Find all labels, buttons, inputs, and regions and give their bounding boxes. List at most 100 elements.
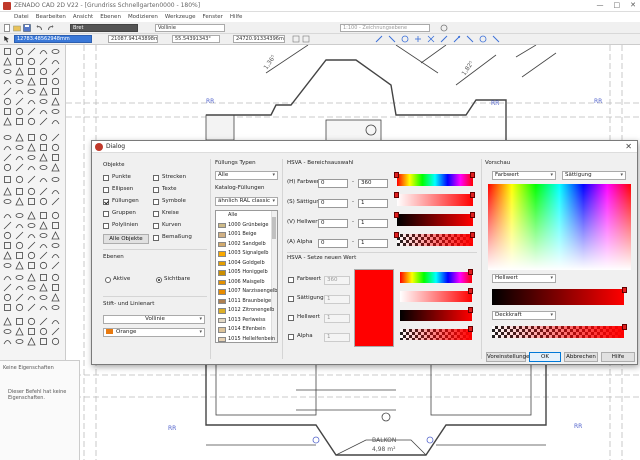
drawing-tool-icon[interactable] <box>39 143 48 152</box>
menu-view[interactable]: Ansicht <box>73 12 93 22</box>
drawing-tool-icon[interactable] <box>3 197 12 206</box>
y-coordinate-field[interactable]: 21087.94143898mm <box>108 35 158 43</box>
hsva-range-max-field[interactable]: 1 <box>358 219 388 228</box>
drawing-tool-icon[interactable] <box>27 317 36 326</box>
angle-field[interactable]: 55.54391343° <box>172 35 220 43</box>
pen-color-select[interactable]: Orange ▾ <box>103 328 205 337</box>
set-slider-handle[interactable] <box>468 307 473 313</box>
snap-midpoint-icon[interactable] <box>466 35 474 43</box>
menu-help[interactable]: Hilfe <box>230 12 243 22</box>
menu-window[interactable]: Fenster <box>202 12 222 22</box>
checkbox-polylinien[interactable] <box>103 223 109 229</box>
range-max-handle[interactable] <box>470 212 475 218</box>
drawing-tool-icon[interactable] <box>51 327 60 336</box>
drawing-tool-icon[interactable] <box>27 87 36 96</box>
drawing-tool-icon[interactable] <box>51 261 60 270</box>
minimize-button[interactable]: — <box>597 1 604 9</box>
drawing-tool-icon[interactable] <box>27 211 36 220</box>
drawing-tool-icon[interactable] <box>51 197 60 206</box>
drawing-tool-icon[interactable] <box>27 163 36 172</box>
drawing-tool-icon[interactable] <box>15 293 24 302</box>
value-slider[interactable] <box>492 289 624 305</box>
all-objects-button[interactable]: Alle Objekte <box>103 234 149 244</box>
drawing-tool-icon[interactable] <box>3 221 12 230</box>
maximize-button[interactable]: □ <box>614 1 621 9</box>
list-item[interactable]: 1003 Signalgelb <box>216 249 277 259</box>
drawing-tool-icon[interactable] <box>39 153 48 162</box>
drawing-tool-icon[interactable] <box>15 107 24 116</box>
drawing-tool-icon[interactable] <box>3 273 12 282</box>
list-item[interactable]: 1012 Zitronengelb <box>216 306 277 316</box>
drawing-tool-icon[interactable] <box>27 231 36 240</box>
cancel-button[interactable]: Abbrechen <box>564 352 598 362</box>
redo-icon[interactable] <box>46 24 54 32</box>
hsva-range-min-field[interactable]: 0 <box>318 199 348 208</box>
drawing-tool-icon[interactable] <box>51 187 60 196</box>
drawing-tool-icon[interactable] <box>27 303 36 312</box>
checkbox-kurven[interactable] <box>153 223 159 229</box>
menu-tools[interactable]: Werkzeuge <box>165 12 196 22</box>
drawing-tool-icon[interactable] <box>15 47 24 56</box>
drawing-tool-icon[interactable] <box>3 67 12 76</box>
drawing-tool-icon[interactable] <box>27 273 36 282</box>
new-file-icon[interactable] <box>3 24 11 32</box>
snap-tangent-icon[interactable] <box>440 35 448 43</box>
set-slider-handle[interactable] <box>468 288 473 294</box>
set-slider-handle[interactable] <box>468 326 473 332</box>
drawing-tool-icon[interactable] <box>15 133 24 142</box>
drawing-tool-icon[interactable] <box>3 327 12 336</box>
drawing-tool-icon[interactable] <box>39 187 48 196</box>
drawing-tool-icon[interactable] <box>51 47 60 56</box>
drawing-tool-icon[interactable] <box>3 77 12 86</box>
drawing-tool-icon[interactable] <box>15 87 24 96</box>
drawing-tool-icon[interactable] <box>3 133 12 142</box>
slider1-axis-select[interactable]: Hellwert ▾ <box>492 274 556 283</box>
drawing-tool-icon[interactable] <box>15 67 24 76</box>
hsva-set-slider[interactable] <box>400 291 472 302</box>
list-item[interactable]: 1006 Maisgelb <box>216 278 277 288</box>
hsva-set-value-field[interactable]: 1 <box>324 314 350 323</box>
scale-layer-dropdown[interactable]: 1:100 - Zeichnungsebene <box>340 24 430 32</box>
list-item[interactable]: 1007 Narzissengelb <box>216 287 277 297</box>
catalog-select[interactable]: ähnlich RAL classic ▾ <box>215 197 278 206</box>
hsva-range-slider[interactable] <box>397 194 473 206</box>
drawing-tool-icon[interactable] <box>3 97 12 106</box>
range-max-handle[interactable] <box>470 192 475 198</box>
list-item[interactable]: Alle <box>216 211 277 221</box>
checkbox-kreise[interactable] <box>153 211 159 217</box>
drawing-tool-icon[interactable] <box>51 211 60 220</box>
snap-point-icon[interactable] <box>302 35 310 43</box>
drawing-tool-icon[interactable] <box>3 187 12 196</box>
drawing-tool-icon[interactable] <box>27 57 36 66</box>
hsva-range-min-field[interactable]: 0 <box>318 219 348 228</box>
drawing-tool-icon[interactable] <box>39 107 48 116</box>
drawing-tool-icon[interactable] <box>27 197 36 206</box>
drawing-tool-icon[interactable] <box>27 251 36 260</box>
drawing-tool-icon[interactable] <box>27 175 36 184</box>
cursor-icon[interactable] <box>3 35 11 43</box>
drawing-tool-icon[interactable] <box>51 337 60 346</box>
list-item[interactable]: 1014 Elfenbein <box>216 325 277 335</box>
drawing-tool-icon[interactable] <box>15 197 24 206</box>
radio-visible-layers[interactable] <box>156 277 162 283</box>
drawing-tool-icon[interactable] <box>39 211 48 220</box>
drawing-tool-icon[interactable] <box>27 133 36 142</box>
preview-x-axis-select[interactable]: Farbwert ▾ <box>492 171 556 180</box>
hsva-set-value-field[interactable]: 360 <box>324 276 350 285</box>
ok-button[interactable]: OK <box>529 352 561 362</box>
opacity-slider-handle[interactable] <box>622 324 627 330</box>
list-item[interactable]: 1001 Beige <box>216 230 277 240</box>
list-item[interactable]: 1015 Hellelfenbein <box>216 335 277 342</box>
drawing-tool-icon[interactable] <box>3 317 12 326</box>
drawing-tool-icon[interactable] <box>27 293 36 302</box>
hsva-set-slider[interactable] <box>400 272 472 283</box>
drawing-tool-icon[interactable] <box>3 261 12 270</box>
undo-icon[interactable] <box>36 24 44 32</box>
drawing-tool-icon[interactable] <box>15 77 24 86</box>
open-folder-icon[interactable] <box>13 24 21 32</box>
snap-center-icon[interactable] <box>414 35 422 43</box>
drawing-tool-icon[interactable] <box>39 273 48 282</box>
snap-grid-icon[interactable] <box>292 35 300 43</box>
hsva-set-value-field[interactable]: 1 <box>324 333 350 342</box>
snap-intersection-icon[interactable] <box>427 35 435 43</box>
